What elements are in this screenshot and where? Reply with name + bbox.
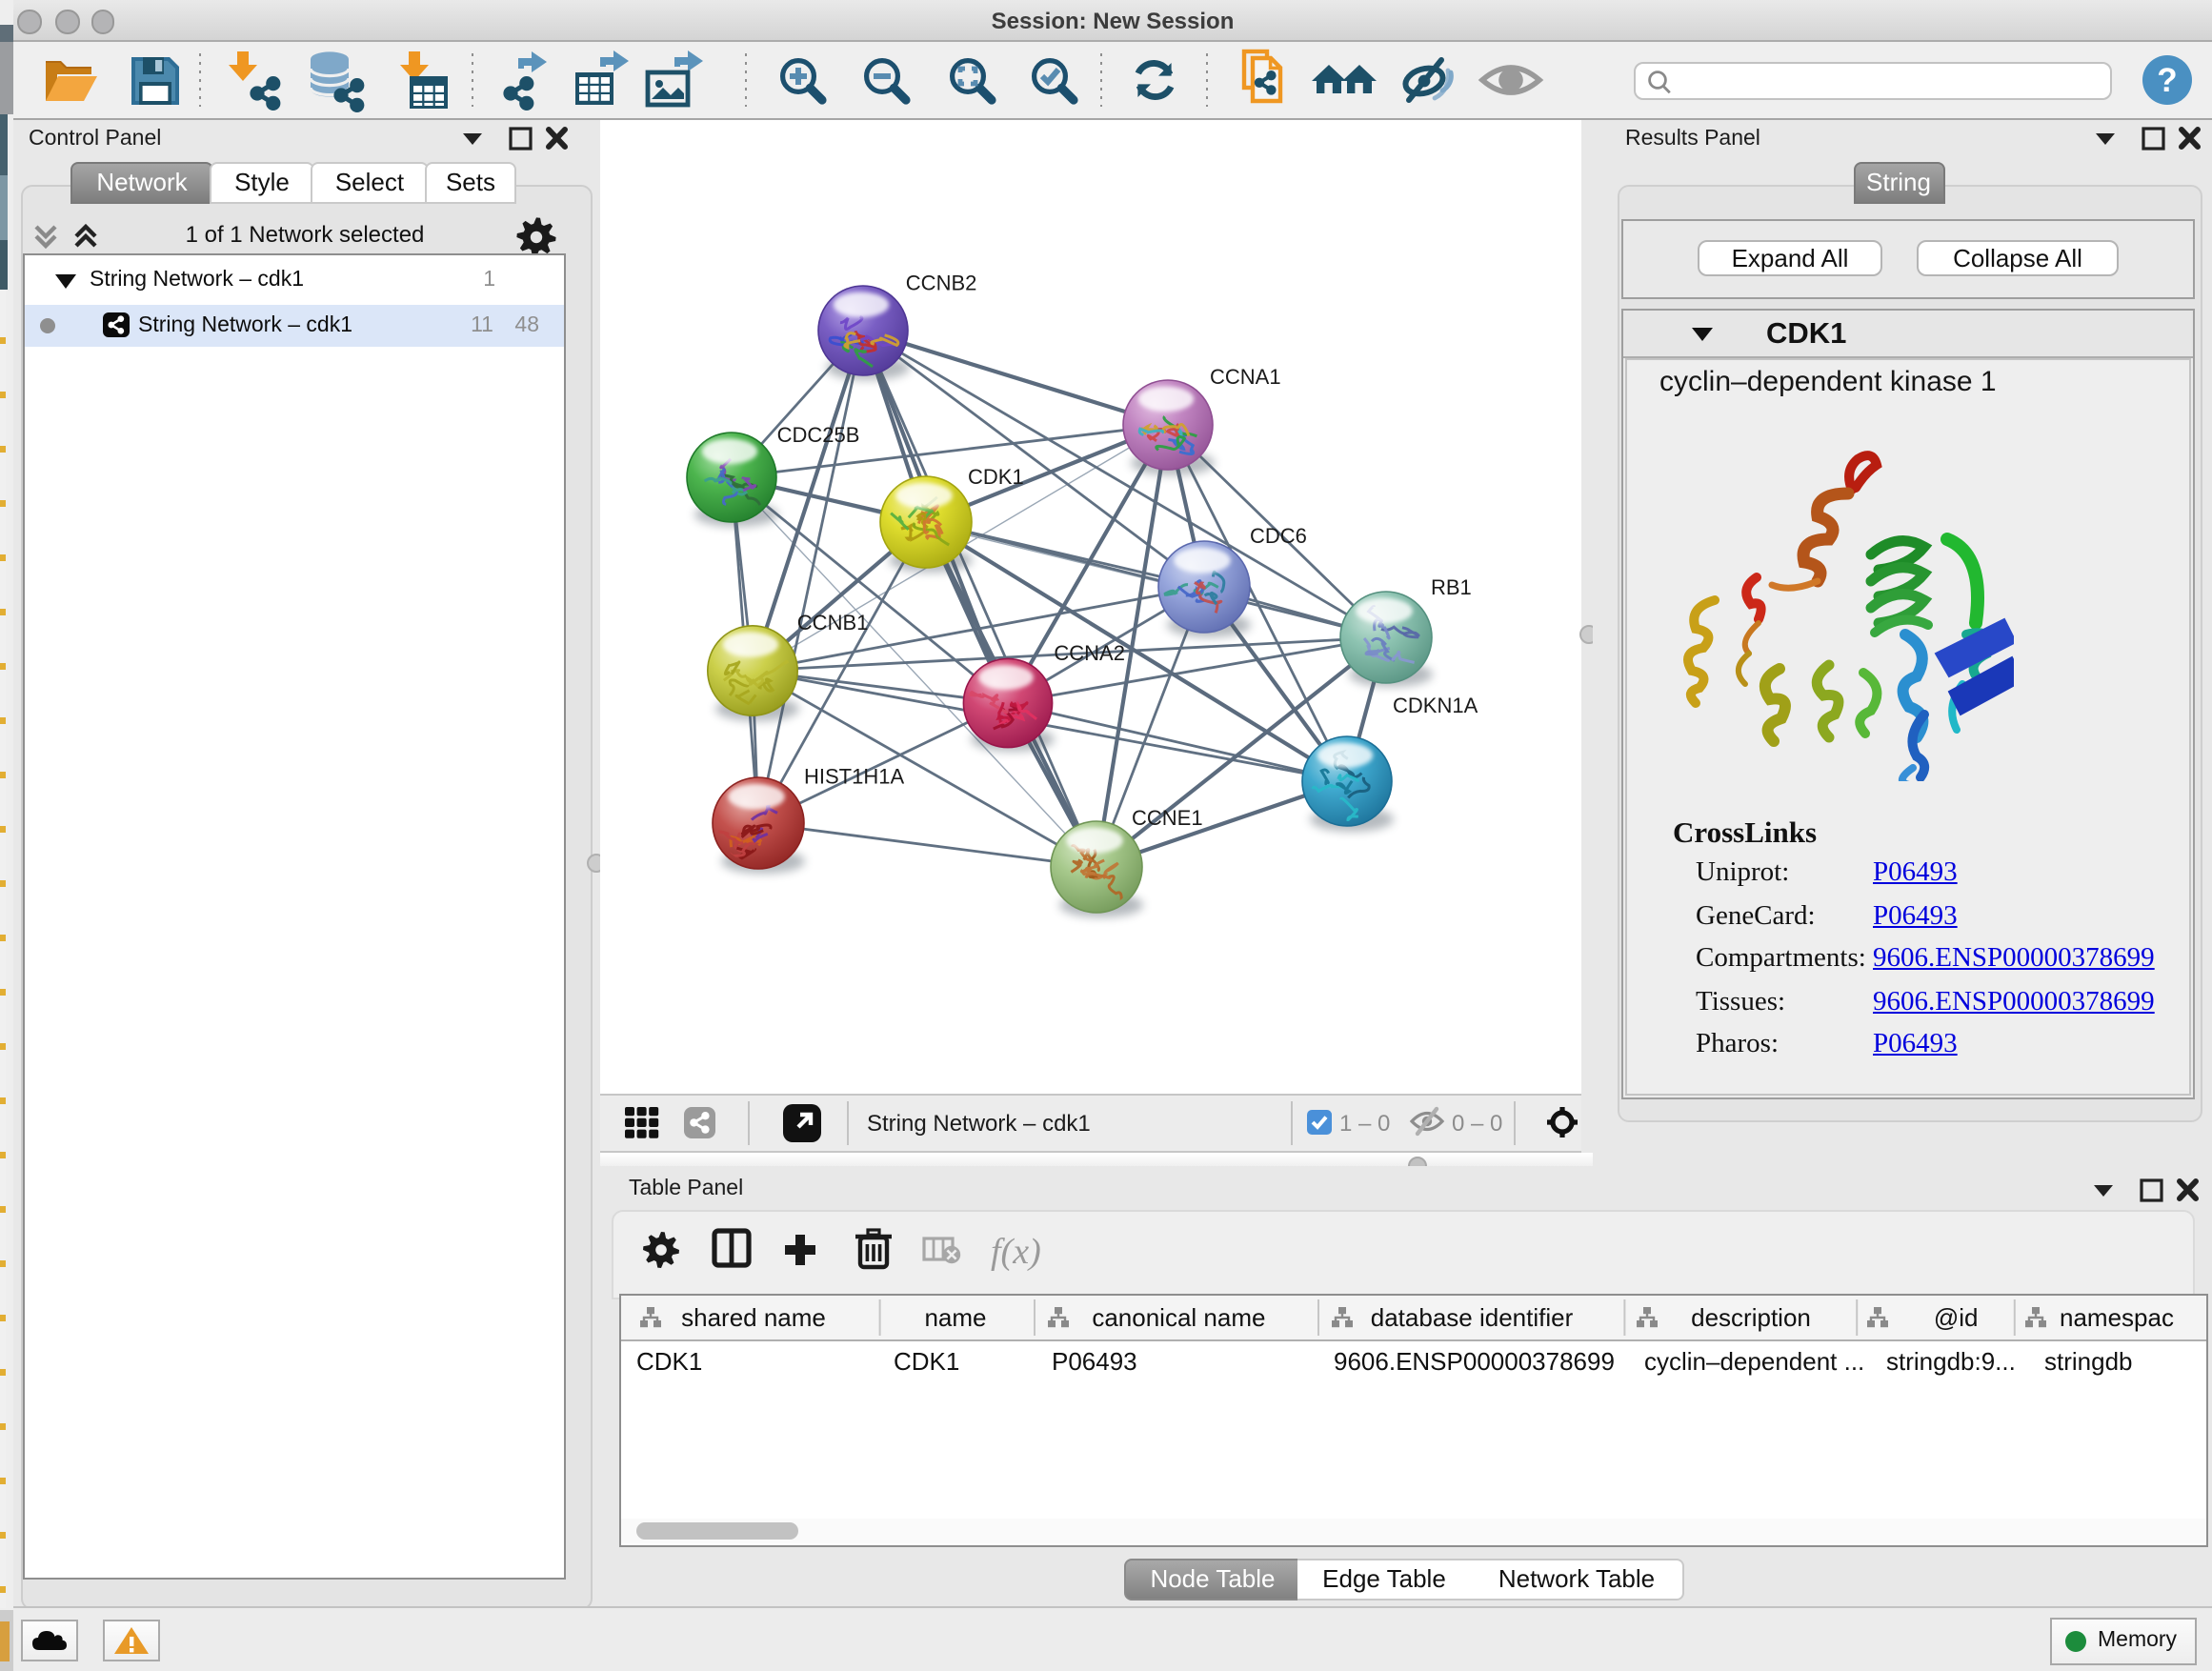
svg-text:String Network – cdk1: String Network – cdk1 — [867, 1111, 1091, 1137]
svg-text:HIST1H1A: HIST1H1A — [804, 765, 904, 789]
svg-text:0 – 0: 0 – 0 — [1452, 1111, 1502, 1137]
svg-text:CDC25B: CDC25B — [777, 423, 860, 447]
svg-text:canonical name: canonical name — [1092, 1303, 1265, 1332]
svg-text:CDKN1A: CDKN1A — [1393, 694, 1478, 717]
svg-text:CCNA1: CCNA1 — [1210, 365, 1281, 389]
svg-text:@id: @id — [1934, 1303, 1979, 1332]
svg-text:database identifier: database identifier — [1371, 1303, 1574, 1332]
svg-text:CDK1: CDK1 — [968, 465, 1024, 489]
svg-text:description: description — [1691, 1303, 1811, 1332]
svg-text:CCNB2: CCNB2 — [906, 272, 977, 295]
svg-text:CCNA2: CCNA2 — [1054, 641, 1125, 665]
svg-text:1 – 0: 1 – 0 — [1339, 1111, 1390, 1137]
svg-text:?: ? — [2157, 62, 2177, 99]
svg-text:shared name: shared name — [681, 1303, 826, 1332]
svg-text:name: name — [924, 1303, 986, 1332]
svg-text:CCNB1: CCNB1 — [797, 611, 869, 634]
svg-text:CDC6: CDC6 — [1250, 524, 1307, 548]
svg-text:CCNE1: CCNE1 — [1132, 806, 1203, 830]
svg-text:namespac: namespac — [2060, 1303, 2174, 1332]
svg-text:f(x): f(x) — [991, 1232, 1041, 1272]
svg-text:RB1: RB1 — [1431, 575, 1472, 599]
